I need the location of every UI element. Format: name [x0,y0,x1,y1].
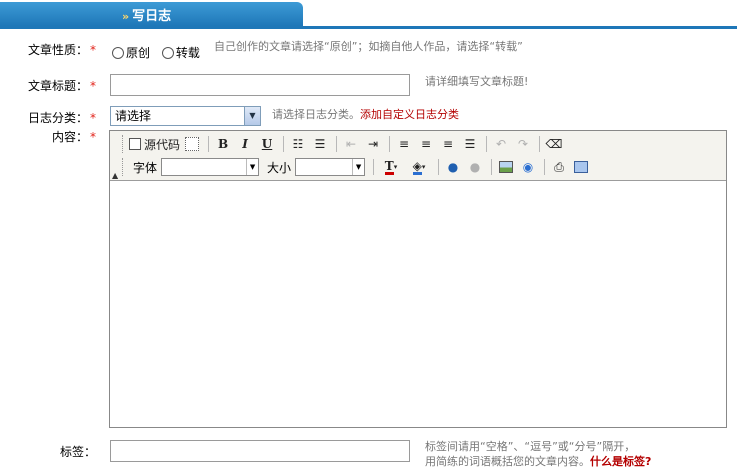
toolbar-row-1: 源代码 B I U ☷ ☰ ⇤ ⇥ ≡ ≡ ≡ ☰ ↶ ↷ ⌫ [122,133,566,155]
nature-radio-group: 原创 转载 [112,44,208,61]
size-label: 大小 [267,160,292,175]
toolbar-grip [122,135,125,153]
toolbar-grip [122,158,125,176]
source-page-icon [129,138,141,150]
editor-toolbar: ▲ 源代码 B I U ☷ ☰ ⇤ ⇥ ≡ ≡ ≡ ☰ ↶ ↷ ⌫ 字体 ▼ 大… [110,131,726,181]
unlink-icon[interactable]: ● [465,157,485,177]
toolbar-row-2: 字体 ▼ 大小 ▼ T ▾ ◈ ▾ ● ● ◉ ⎙ [122,156,593,178]
redo-icon[interactable]: ↷ [513,134,533,154]
align-right-icon[interactable]: ≡ [438,134,458,154]
toolbar-separator [486,136,488,152]
tags-label-text: 标签： [59,445,96,459]
category-label-text: 日志分类： [27,111,88,125]
tab-title-text: 写日志 [132,9,172,24]
nature-label: 文章性质： * [0,41,96,58]
category-hint-text: 请选择日志分类。 [272,108,360,121]
preview-icon[interactable]: ⎙ [549,157,569,177]
required-mark: * [90,111,96,125]
outdent-icon[interactable]: ⇤ [341,134,361,154]
underline-button[interactable]: U [257,134,277,154]
fullscreen-icon[interactable] [571,157,591,177]
radio-reprint[interactable]: 转载 [161,46,200,60]
ordered-list-icon[interactable]: ☷ [288,134,308,154]
toolbar-separator [373,159,375,175]
preview-grid-button[interactable] [182,134,202,154]
required-mark: * [90,43,96,57]
content-label-text: 内容： [51,130,88,144]
title-input[interactable] [110,74,410,96]
tab-title: » 写日志 [122,5,171,24]
align-justify-icon[interactable]: ☰ [460,134,480,154]
radio-reprint-label: 转载 [175,46,200,60]
font-combo[interactable]: ▼ [161,158,260,176]
nature-label-text: 文章性质： [27,43,88,57]
font-label: 字体 [133,160,158,175]
text-color-icon[interactable]: T ▾ [378,157,404,177]
title-label: 文章标题： * [0,77,96,94]
nature-hint: 自己创作的文章请选择“原创”；如摘自他人作品，请选择“转载” [214,40,523,53]
toolbar-separator [336,136,338,152]
toolbar-separator [544,159,546,175]
category-select[interactable]: 请选择 ▼ [110,106,261,126]
tags-hint: 标签间请用“空格”、“逗号”或“分号”隔开， 用简练的词语概括您的文章内容。什么… [425,439,651,469]
tags-hint-line-2: 用简练的词语概括您的文章内容。什么是标签? [425,454,651,469]
chevron-down-icon[interactable]: ▼ [246,159,258,175]
radio-circle-icon[interactable] [112,47,124,59]
tags-input[interactable] [110,440,410,462]
double-arrow-icon: » [122,10,130,23]
rich-text-editor: ▲ 源代码 B I U ☷ ☰ ⇤ ⇥ ≡ ≡ ≡ ☰ ↶ ↷ ⌫ 字体 ▼ 大… [109,130,727,428]
chevron-down-icon[interactable]: ▼ [352,159,364,175]
radio-circle-icon[interactable] [161,47,174,59]
what-is-tag-link[interactable]: 什么是标签? [590,455,651,468]
source-code-label: 源代码 [144,137,181,152]
tags-hint-line-2-text: 用简练的词语概括您的文章内容。 [425,455,590,468]
required-mark: * [90,79,96,93]
category-select-value: 请选择 [115,109,152,123]
toolbar-separator [539,136,541,152]
header-tab: » 写日志 [0,2,303,26]
align-left-icon[interactable]: ≡ [394,134,414,154]
flash-icon[interactable]: ◉ [518,157,538,177]
undo-icon[interactable]: ↶ [491,134,511,154]
source-code-button[interactable]: 源代码 [129,134,180,154]
collapse-toolbar-icon[interactable]: ▲ [112,171,118,180]
size-combo[interactable]: ▼ [295,158,366,176]
tags-hint-line-1: 标签间请用“空格”、“逗号”或“分号”隔开， [425,440,636,453]
image-icon[interactable] [496,157,516,177]
toolbar-separator [491,159,493,175]
italic-button[interactable]: I [235,134,255,154]
header-divider [0,26,737,29]
grid-icon [185,137,200,151]
toolbar-separator [389,136,391,152]
required-mark: * [90,130,96,144]
toolbar-separator [438,159,440,175]
eraser-icon[interactable]: ⌫ [544,134,564,154]
title-hint: 请详细填写文章标题! [425,75,529,88]
tags-label: 标签： [0,443,96,460]
add-category-link[interactable]: 添加自定义日志分类 [360,108,459,121]
category-hint: 请选择日志分类。添加自定义日志分类 [272,106,459,122]
category-label: 日志分类： * [0,109,96,126]
unordered-list-icon[interactable]: ☰ [310,134,330,154]
editor-content-area[interactable] [110,182,726,427]
background-color-icon[interactable]: ◈ ▾ [406,157,432,177]
toolbar-separator [208,136,210,152]
align-center-icon[interactable]: ≡ [416,134,436,154]
title-label-text: 文章标题： [27,79,88,93]
chevron-down-icon[interactable]: ▼ [244,107,260,125]
content-label: 内容： * [0,128,96,145]
radio-original[interactable]: 原创 [112,46,150,60]
link-icon[interactable]: ● [443,157,463,177]
radio-original-label: 原创 [126,46,151,60]
toolbar-separator [283,136,285,152]
bold-button[interactable]: B [213,134,233,154]
indent-icon[interactable]: ⇥ [363,134,383,154]
